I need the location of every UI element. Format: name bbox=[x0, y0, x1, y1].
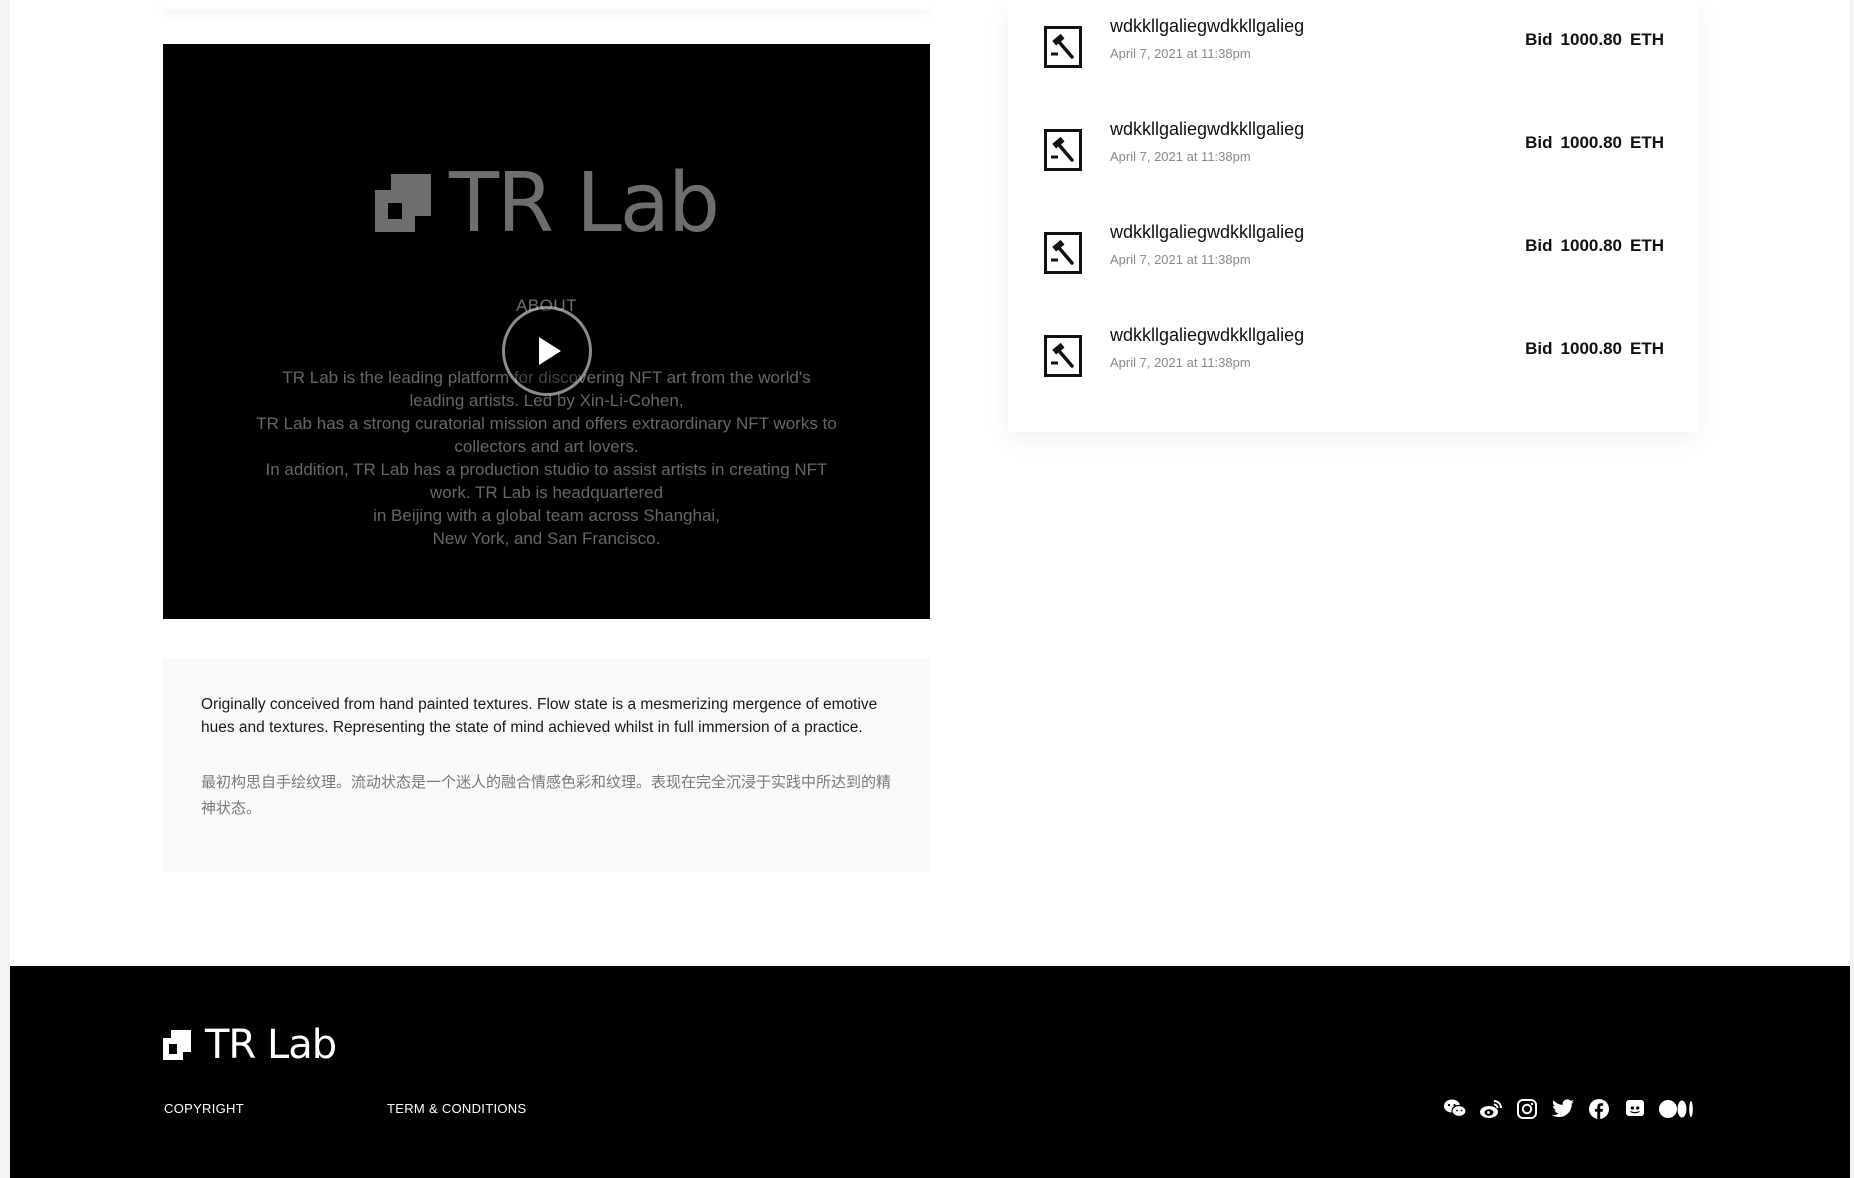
bid-value: 1000.80 bbox=[1560, 133, 1622, 152]
top-card-edge bbox=[163, 0, 930, 9]
bid-amount: Bid 1000.80 ETH bbox=[1525, 30, 1664, 50]
video-description-line: collectors and art lovers. bbox=[454, 437, 639, 456]
bid-currency: ETH bbox=[1630, 133, 1664, 152]
bid-label: Bid bbox=[1525, 339, 1553, 358]
video-description-line: work. TR Lab is headquartered bbox=[429, 483, 664, 502]
bid-currency: ETH bbox=[1630, 236, 1664, 255]
tr-lab-logo-mark-icon bbox=[374, 174, 431, 234]
bid-currency: ETH bbox=[1630, 339, 1664, 358]
bid-amount: Bid 1000.80 ETH bbox=[1525, 236, 1664, 256]
bid-row: wdkkllgaliegwdkkllgalieg April 7, 2021 a… bbox=[1044, 321, 1664, 381]
bid-row: wdkkllgaliegwdkkllgalieg April 7, 2021 a… bbox=[1044, 12, 1664, 72]
footer-logo-text: TR Lab bbox=[205, 1022, 337, 1068]
medium-icon[interactable] bbox=[1659, 1097, 1695, 1121]
bid-label: Bid bbox=[1525, 133, 1553, 152]
gavel-icon bbox=[1044, 26, 1082, 68]
gavel-icon bbox=[1044, 232, 1082, 274]
video-description-line: New York, and San Francisco. bbox=[432, 529, 661, 548]
video-description-line: in Beijing with a global team across Sha… bbox=[373, 506, 720, 525]
about-video[interactable]: TR Lab ABOUT TR Lab is the leading platf… bbox=[163, 44, 930, 619]
footer-logo[interactable]: TR Lab bbox=[163, 1022, 337, 1068]
footer: TR Lab COPYRIGHT TERM & CONDITIONS bbox=[10, 966, 1850, 1178]
video-logo: TR Lab bbox=[163, 156, 930, 251]
bid-label: Bid bbox=[1525, 236, 1553, 255]
bid-amount: Bid 1000.80 ETH bbox=[1525, 133, 1664, 153]
bid-date: April 7, 2021 at 11:38pm bbox=[1110, 252, 1251, 267]
bid-row: wdkkllgaliegwdkkllgalieg April 7, 2021 a… bbox=[1044, 218, 1664, 278]
bid-currency: ETH bbox=[1630, 30, 1664, 49]
bid-row: wdkkllgaliegwdkkllgalieg April 7, 2021 a… bbox=[1044, 115, 1664, 175]
discord-icon[interactable] bbox=[1623, 1097, 1647, 1121]
bid-label: Bid bbox=[1525, 30, 1553, 49]
description-chinese: 最初构思自手绘纹理。流动状态是一个迷人的融合情感色彩和纹理。表现在完全沉浸于实践… bbox=[201, 773, 892, 817]
instagram-icon[interactable] bbox=[1515, 1097, 1539, 1121]
twitter-icon[interactable] bbox=[1551, 1097, 1575, 1121]
play-icon bbox=[539, 337, 561, 365]
video-description-line: In addition, TR Lab has a production stu… bbox=[265, 460, 828, 479]
social-links bbox=[1443, 1097, 1695, 1121]
tr-lab-logo-mark-icon bbox=[163, 1030, 191, 1060]
bid-history-card: wdkkllgaliegwdkkllgalieg April 7, 2021 a… bbox=[1008, 0, 1698, 432]
bidder-name: wdkkllgaliegwdkkllgalieg bbox=[1110, 222, 1305, 242]
bidder-name: wdkkllgaliegwdkkllgalieg bbox=[1110, 119, 1305, 139]
bid-date: April 7, 2021 at 11:38pm bbox=[1110, 46, 1251, 61]
copyright-link[interactable]: COPYRIGHT bbox=[164, 1101, 244, 1116]
bid-value: 1000.80 bbox=[1560, 236, 1622, 255]
bidder-name: wdkkllgaliegwdkkllgalieg bbox=[1110, 325, 1305, 345]
gavel-icon bbox=[1044, 129, 1082, 171]
terms-link[interactable]: TERM & CONDITIONS bbox=[387, 1101, 526, 1116]
description-english: Originally conceived from hand painted t… bbox=[201, 696, 878, 736]
play-button[interactable] bbox=[502, 306, 592, 396]
bid-amount: Bid 1000.80 ETH bbox=[1525, 339, 1664, 359]
video-logo-text: TR Lab bbox=[448, 156, 720, 251]
gavel-icon bbox=[1044, 335, 1082, 377]
bid-date: April 7, 2021 at 11:38pm bbox=[1110, 149, 1251, 164]
bid-date: April 7, 2021 at 11:38pm bbox=[1110, 355, 1251, 370]
facebook-icon[interactable] bbox=[1587, 1097, 1611, 1121]
artwork-description-card: Originally conceived from hand painted t… bbox=[163, 658, 930, 872]
wechat-icon[interactable] bbox=[1443, 1097, 1467, 1121]
video-description-line: TR Lab has a strong curatorial mission a… bbox=[256, 414, 837, 433]
bid-value: 1000.80 bbox=[1560, 339, 1622, 358]
weibo-icon[interactable] bbox=[1479, 1097, 1503, 1121]
bidder-name: wdkkllgaliegwdkkllgalieg bbox=[1110, 16, 1305, 36]
bid-value: 1000.80 bbox=[1560, 30, 1622, 49]
